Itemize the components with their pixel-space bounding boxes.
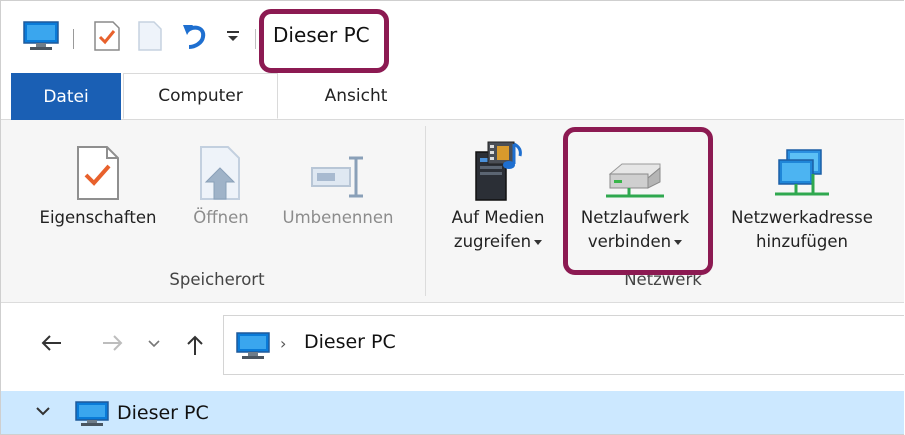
computer-icon[interactable]	[23, 1, 59, 71]
properties-icon[interactable]	[93, 1, 121, 71]
group-label-speicherort: Speicherort	[169, 270, 265, 289]
rename-label: Umbenennen	[282, 208, 394, 227]
rename-icon	[309, 120, 367, 202]
media-access-icon	[470, 120, 526, 202]
network-drive-icon	[604, 120, 666, 202]
ribbon-panel: Eigenschaften Öffnen Umbenennen Auf Medi…	[1, 120, 904, 303]
computer-icon	[75, 401, 109, 431]
map-network-drive-button[interactable]: Netzlaufwerk verbinden	[565, 120, 705, 254]
tree-item-label: Dieser PC	[117, 402, 209, 424]
tab-ansicht[interactable]: Ansicht	[281, 73, 431, 119]
ribbon-tabs: Datei Computer Ansicht	[1, 73, 904, 120]
add-network-location-label: Netzwerkadresse hinzufügen	[731, 206, 873, 254]
dropdown-caret-icon	[674, 240, 683, 245]
network-location-icon	[773, 120, 831, 202]
properties-icon	[75, 120, 121, 202]
map-network-drive-label: Netzlaufwerk verbinden	[581, 206, 689, 254]
customize-dropdown-icon[interactable]	[225, 1, 241, 71]
navigation-bar: › Dieser PC	[1, 303, 904, 389]
window-title: Dieser PC	[273, 23, 370, 47]
properties-label: Eigenschaften	[39, 208, 157, 227]
open-button[interactable]: Öffnen	[179, 120, 263, 230]
tab-computer[interactable]: Computer	[123, 73, 278, 119]
title-bar: Dieser PC	[1, 1, 904, 71]
page-icon[interactable]	[137, 1, 163, 71]
dropdown-caret-icon	[534, 240, 543, 245]
group-label-netzwerk: Netzwerk	[624, 270, 702, 289]
computer-icon	[236, 332, 270, 364]
media-access-button[interactable]: Auf Medien zugreifen	[433, 120, 563, 254]
breadcrumb-item[interactable]: Dieser PC	[304, 331, 396, 353]
up-arrow-icon[interactable]	[185, 333, 205, 363]
tab-datei[interactable]: Datei	[11, 73, 121, 120]
address-bar[interactable]: › Dieser PC	[223, 315, 904, 375]
add-network-location-line2: hinzufügen	[756, 232, 848, 251]
explorer-window: Dieser PC Datei Computer Ansicht Eigensc…	[0, 0, 904, 435]
open-label: Öffnen	[193, 208, 249, 227]
media-access-label: Auf Medien zugreifen	[452, 206, 545, 254]
media-access-line1: Auf Medien	[451, 208, 545, 227]
group-separator	[425, 126, 426, 296]
media-access-line2: zugreifen	[453, 232, 532, 251]
recent-locations-icon[interactable]	[147, 335, 161, 359]
chevron-down-icon[interactable]	[35, 402, 51, 421]
separator	[255, 29, 256, 49]
back-arrow-icon[interactable]	[39, 333, 63, 359]
undo-icon[interactable]	[181, 1, 209, 71]
open-icon	[198, 120, 244, 202]
map-network-drive-line1: Netzlaufwerk	[580, 208, 690, 227]
properties-button[interactable]: Eigenschaften	[19, 120, 177, 230]
separator	[73, 29, 74, 49]
breadcrumb-chevron-icon[interactable]: ›	[280, 334, 286, 353]
map-network-drive-line2: verbinden	[587, 232, 672, 251]
tree-item-dieser-pc[interactable]: Dieser PC	[1, 391, 904, 434]
add-network-location-button[interactable]: Netzwerkadresse hinzufügen	[709, 120, 895, 254]
rename-button[interactable]: Umbenennen	[263, 120, 413, 230]
forward-arrow-icon[interactable]	[101, 333, 125, 359]
add-network-location-line1: Netzwerkadresse	[731, 208, 873, 227]
